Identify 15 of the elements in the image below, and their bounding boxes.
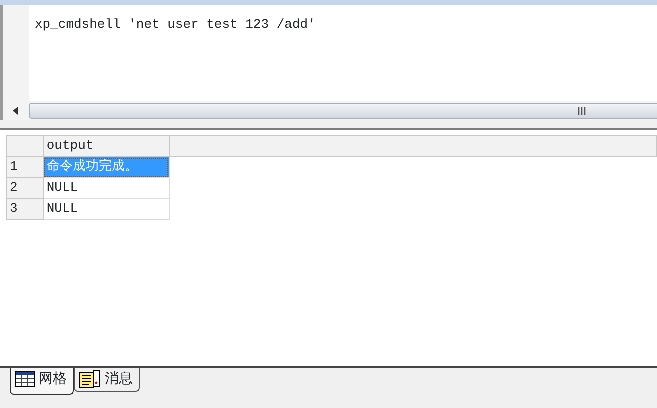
- corner-cell: [6, 136, 44, 156]
- row-number[interactable]: 2: [6, 178, 44, 198]
- row-number[interactable]: 3: [6, 198, 44, 220]
- column-header[interactable]: output: [43, 136, 170, 156]
- messages-icon: [79, 370, 101, 388]
- query-editor[interactable]: xp_cmdshell 'net user test 123 /add': [0, 5, 657, 101]
- horizontal-scrollbar[interactable]: [0, 101, 657, 120]
- tab[interactable]: 网格: [10, 368, 74, 395]
- table-cell[interactable]: NULL: [43, 178, 170, 198]
- table-cell[interactable]: NULL: [43, 198, 170, 220]
- grid-icon: [15, 371, 35, 387]
- tab[interactable]: 消息: [74, 368, 140, 392]
- query-text: xp_cmdshell 'net user test 123 /add': [34, 16, 316, 34]
- scrollbar-thumb[interactable]: [29, 102, 657, 118]
- row-number[interactable]: 1: [6, 156, 44, 178]
